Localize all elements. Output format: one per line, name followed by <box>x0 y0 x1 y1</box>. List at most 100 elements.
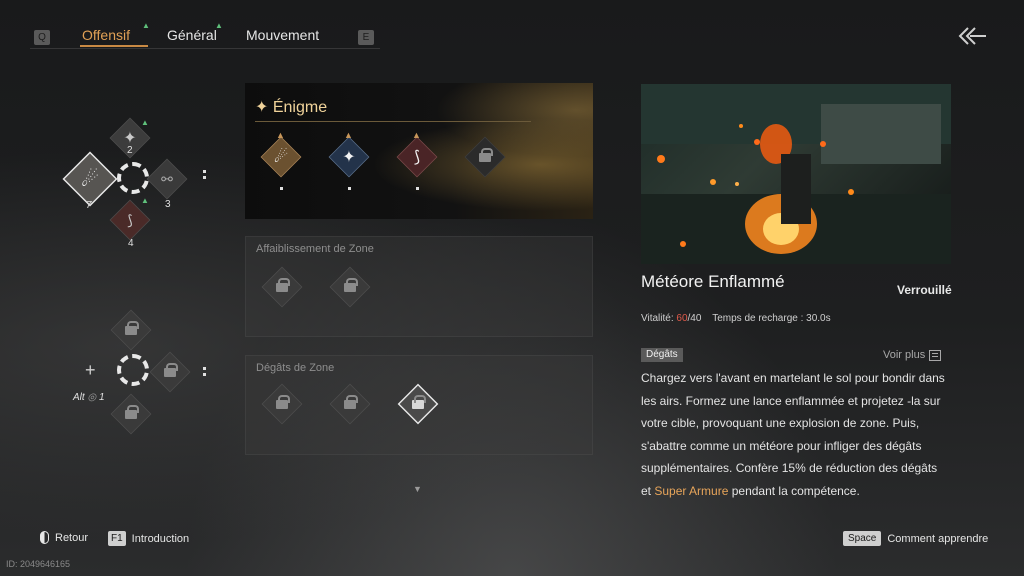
key-f1: F1 <box>108 531 126 546</box>
super-armor-highlight: Super Armure <box>654 483 729 498</box>
zone-damage-slot-2[interactable] <box>329 383 371 425</box>
back-label: Retour <box>55 531 89 544</box>
meteor-skill-icon: ☄ <box>273 149 289 166</box>
slot-number: 4 <box>128 238 134 249</box>
next-tab-key[interactable]: E <box>358 27 374 45</box>
list-icon <box>929 349 942 361</box>
see-more-link[interactable]: Voir plus <box>883 349 942 361</box>
tab-general-label: Général <box>167 27 217 43</box>
skill-status: Verrouillé <box>897 283 952 297</box>
slot-number: 3 <box>165 199 171 210</box>
vitality-label: Vitalité: <box>641 313 674 324</box>
lock-icon <box>276 394 290 409</box>
tab-offensif[interactable]: Offensif ▲ <box>82 21 150 43</box>
lock-icon <box>276 277 290 292</box>
hotkey-hint: Alt ◎ 1 <box>73 392 105 403</box>
cooldown-text: Temps de recharge : 30.0s <box>712 313 831 324</box>
lock-icon <box>125 320 139 335</box>
scroll-down-icon[interactable]: ▼ <box>413 484 422 494</box>
mouse-icon <box>40 531 49 544</box>
skill-loadout-secondary: + Alt ◎ 1 <box>55 309 225 440</box>
zone-damage-panel: Dégâts de Zone <box>245 355 593 455</box>
zone-damage-slot-1[interactable] <box>261 383 303 425</box>
skill-wheel-ring <box>117 162 149 194</box>
hotkey-alt: Alt <box>73 392 85 403</box>
tab-general[interactable]: Général ▲ <box>167 21 223 43</box>
enigme-skill-1[interactable]: ☄ <box>260 136 302 178</box>
enigme-dot <box>416 187 419 190</box>
skill-slot-right-empty[interactable] <box>149 351 191 393</box>
key-space: Space <box>843 531 882 546</box>
skill-preview-image <box>641 84 951 264</box>
add-slot-icon[interactable]: + <box>85 360 96 381</box>
slot-number: 7 <box>86 200 92 211</box>
skill-name: Météore Enflammé <box>641 272 785 291</box>
skill-slot-right[interactable]: ⚯ <box>146 158 188 200</box>
skill-description-part1: Chargez vers l'avant en martelant le sol… <box>641 371 945 498</box>
back-arrow-icon[interactable] <box>956 24 988 48</box>
introduction-label: Introduction <box>131 532 190 545</box>
key-e: E <box>358 30 374 45</box>
tab-mouvement[interactable]: Mouvement <box>246 27 319 43</box>
lock-icon <box>125 404 139 419</box>
enigme-dot <box>280 187 283 190</box>
enigme-skill-4-locked[interactable] <box>464 136 506 178</box>
wing-skill-icon: ⟆ <box>413 149 421 166</box>
upgrade-arrow-icon: ▲ <box>142 21 150 30</box>
enigme-skill-3[interactable]: ⟆ <box>396 136 438 178</box>
zone-weaken-slot-1[interactable] <box>261 266 303 308</box>
zone-weaken-title: Affaiblissement de Zone <box>256 243 374 255</box>
upgrade-triangle-icon: ▲ <box>276 130 285 140</box>
wing-skill-icon: ⟆ <box>127 211 133 228</box>
page-indicator-dot <box>203 170 206 173</box>
upgrade-arrow-icon: ▲ <box>141 118 149 127</box>
skill-description: Chargez vers l'avant en martelant le sol… <box>641 367 946 502</box>
upgrade-arrow-icon: ▲ <box>141 196 149 205</box>
enigme-dot <box>348 187 351 190</box>
zone-damage-title: Dégâts de Zone <box>256 362 335 374</box>
lock-icon <box>344 394 358 409</box>
lock-icon <box>479 147 493 162</box>
sparkle-icon: ✦ <box>255 99 269 116</box>
active-tab-underline <box>80 45 148 47</box>
page-indicator-dot <box>203 373 206 376</box>
lock-icon <box>164 362 178 377</box>
enigme-divider <box>255 121 531 122</box>
tab-divider <box>30 48 380 49</box>
skill-wheel-ring <box>117 354 149 386</box>
zone-weaken-slot-2[interactable] <box>329 266 371 308</box>
how-to-learn-hint[interactable]: Space Comment apprendre <box>843 531 988 546</box>
spear-skill-icon: ✦ <box>342 149 356 166</box>
meteor-skill-icon: ☄ <box>81 168 99 191</box>
enigme-title: ✦ Énigme <box>255 97 327 117</box>
skill-slot-bottom-empty[interactable] <box>110 393 152 435</box>
vitality-max: /40 <box>687 313 702 324</box>
upgrade-triangle-icon: ▲ <box>412 130 421 140</box>
tab-offensif-label: Offensif <box>82 27 130 43</box>
how-to-learn-label: Comment apprendre <box>887 532 989 545</box>
lock-icon <box>344 277 358 292</box>
chain-skill-icon: ⚯ <box>161 170 173 187</box>
tab-mouvement-label: Mouvement <box>246 27 320 43</box>
zone-damage-slot-3-selected[interactable] <box>397 383 439 425</box>
back-hint[interactable]: Retour <box>40 531 88 544</box>
vitality-current: 60 <box>676 313 688 324</box>
introduction-hint[interactable]: F1 Introduction <box>108 531 189 546</box>
enigme-skill-2[interactable]: ✦ <box>328 136 370 178</box>
player-id: ID: 2049646165 <box>6 559 71 569</box>
mouse-icon: ◎ <box>87 392 97 403</box>
lock-icon <box>412 394 426 409</box>
upgrade-triangle-icon: ▲ <box>344 130 353 140</box>
prev-tab-key[interactable]: Q <box>34 27 50 45</box>
skill-tag-badge: Dégâts <box>641 348 683 362</box>
skill-loadout-primary: ✦ 2 ▲ ☄ 7 ⚯ 3 ⟆ 4 ▲ <box>55 110 225 260</box>
skill-description-part2: pendant la compétence. <box>728 483 860 498</box>
skill-slot-top-empty[interactable] <box>110 309 152 351</box>
key-q: Q <box>34 30 50 45</box>
skill-stats: Vitalité: 60/40 Temps de recharge : 30.0… <box>641 313 831 324</box>
see-more-label: Voir plus <box>883 349 926 361</box>
skill-slot-left-selected[interactable]: ☄ <box>62 151 118 207</box>
enigme-title-text: Énigme <box>272 99 328 116</box>
zone-weaken-panel: Affaiblissement de Zone <box>245 236 593 337</box>
skill-slot-bottom[interactable]: ⟆ <box>109 199 151 241</box>
